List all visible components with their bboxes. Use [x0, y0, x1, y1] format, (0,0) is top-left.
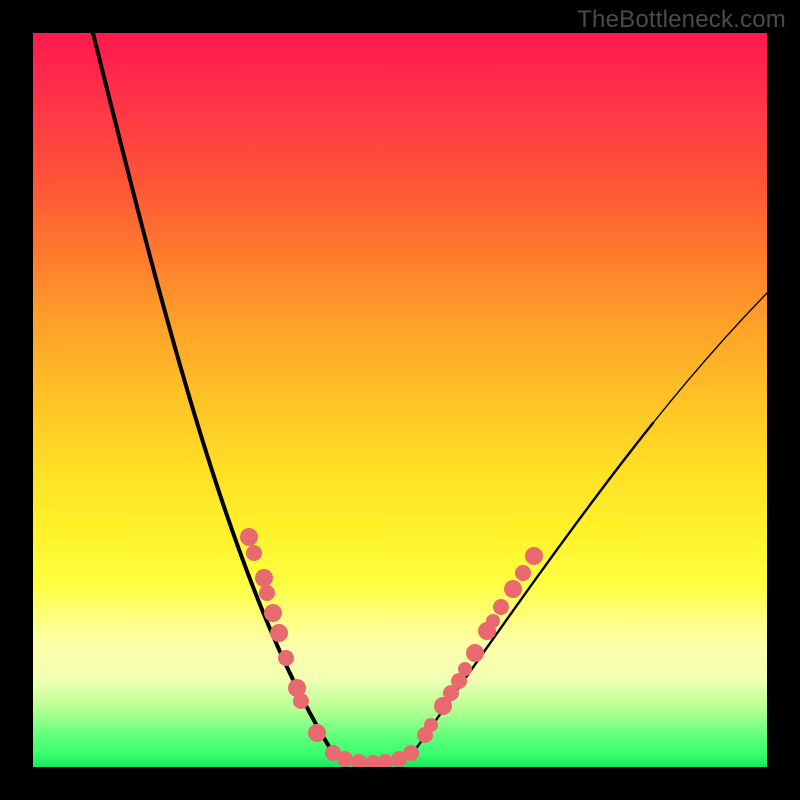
data-point	[351, 754, 367, 767]
data-point	[337, 751, 353, 767]
data-point	[403, 745, 419, 761]
scatter-bottom	[325, 745, 419, 767]
bottleneck-curve-thick	[93, 33, 333, 753]
data-point	[486, 614, 500, 628]
data-point	[525, 547, 543, 565]
curve-layer	[33, 33, 767, 767]
data-point	[270, 624, 288, 642]
data-point	[515, 565, 531, 581]
data-point	[240, 528, 258, 546]
data-point	[246, 545, 262, 561]
data-point	[259, 585, 275, 601]
scatter-right	[417, 547, 543, 743]
data-point	[308, 724, 326, 742]
scatter-left	[240, 528, 326, 742]
data-point	[377, 754, 393, 767]
data-point	[458, 662, 472, 676]
plot-area	[33, 33, 767, 767]
data-point	[255, 569, 273, 587]
data-point	[504, 580, 522, 598]
data-point	[293, 693, 309, 709]
watermark-text: TheBottleneck.com	[577, 6, 786, 34]
data-point	[466, 644, 484, 662]
data-point	[264, 604, 282, 622]
chart-frame: TheBottleneck.com	[0, 0, 800, 800]
bottleneck-curve-thin	[653, 293, 767, 423]
data-point	[278, 650, 294, 666]
data-point	[493, 599, 509, 615]
data-point	[424, 718, 438, 732]
